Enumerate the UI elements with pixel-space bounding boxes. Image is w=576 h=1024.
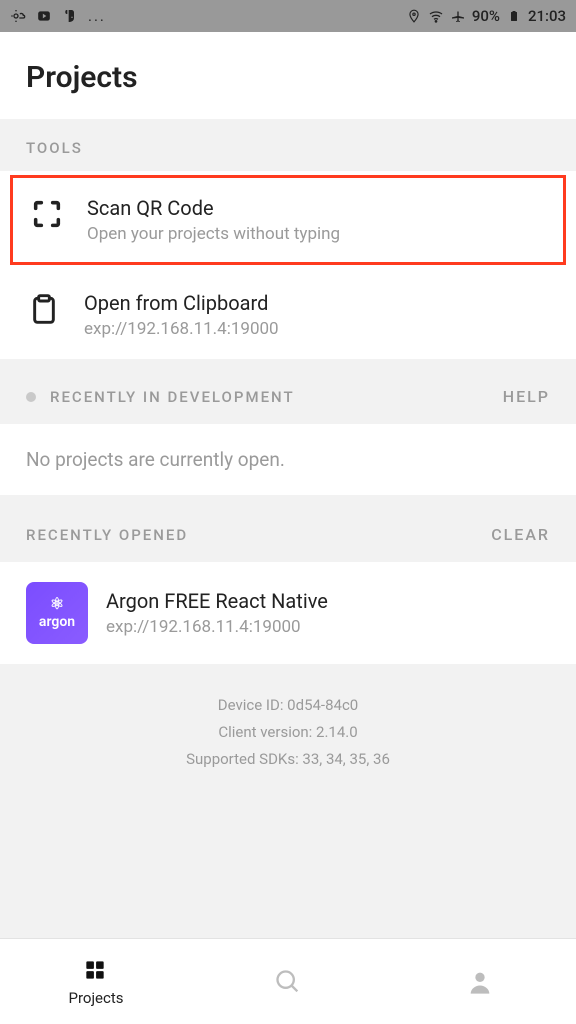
tool-open-clipboard[interactable]: Open from Clipboard exp://192.168.11.4:1… <box>0 271 576 359</box>
battery-icon <box>506 8 522 24</box>
scan-qr-title: Scan QR Code <box>87 196 547 220</box>
highlight-scan-qr: Scan QR Code Open your projects without … <box>10 175 566 265</box>
page-header: Projects <box>0 32 576 119</box>
argon-app-icon: ⚛ argon <box>26 582 88 644</box>
clock-time: 21:03 <box>528 7 566 25</box>
device-id: Device ID: 0d54-84c0 <box>20 692 556 719</box>
clear-button[interactable]: CLEAR <box>491 525 550 544</box>
argon-icon-text: argon <box>39 614 75 630</box>
section-recent-header: RECENTLY OPENED CLEAR <box>0 495 576 562</box>
section-tools-label: TOOLS <box>0 119 576 171</box>
help-button[interactable]: HELP <box>503 387 550 406</box>
scan-qr-sub: Open your projects without typing <box>87 224 547 244</box>
tab-projects-label: Projects <box>69 989 124 1007</box>
location-icon <box>406 8 422 24</box>
recent-label: RECENTLY OPENED <box>26 526 188 544</box>
clipboard-icon <box>26 291 62 327</box>
youtube-icon <box>36 8 52 24</box>
tool-scan-qr[interactable]: Scan QR Code Open your projects without … <box>13 178 563 262</box>
dev-empty-message: No projects are currently open. <box>0 424 576 495</box>
qr-scan-icon <box>29 196 65 232</box>
battery-pct: 90% <box>472 7 500 25</box>
status-bar: ... 90% 21:03 <box>0 0 576 32</box>
device-info: Device ID: 0d54-84c0 Client version: 2.1… <box>0 664 576 938</box>
bottom-tab-bar: Projects <box>0 938 576 1024</box>
supported-sdks: Supported SDKs: 33, 34, 35, 36 <box>20 746 556 773</box>
search-icon <box>274 968 302 996</box>
profile-icon <box>466 968 494 996</box>
argon-glyph-icon: ⚛ <box>50 596 64 612</box>
tab-projects[interactable]: Projects <box>0 939 192 1024</box>
status-dot-icon <box>26 392 36 402</box>
tab-search[interactable] <box>192 939 384 1024</box>
tab-profile[interactable] <box>384 939 576 1024</box>
evernote-icon <box>62 8 78 24</box>
weather-icon <box>10 8 26 24</box>
page-title: Projects <box>26 60 550 95</box>
recent-item-sub: exp://192.168.11.4:19000 <box>106 617 550 637</box>
clipboard-title: Open from Clipboard <box>84 291 550 315</box>
more-icon: ... <box>88 7 106 25</box>
grid-icon <box>82 957 110 985</box>
recent-project-item[interactable]: ⚛ argon Argon FREE React Native exp://19… <box>0 562 576 664</box>
client-version: Client version: 2.14.0 <box>20 719 556 746</box>
recent-item-title: Argon FREE React Native <box>106 589 550 613</box>
clipboard-sub: exp://192.168.11.4:19000 <box>84 319 550 339</box>
dev-label: RECENTLY IN DEVELOPMENT <box>50 388 295 406</box>
airplane-icon <box>450 8 466 24</box>
section-dev-header: RECENTLY IN DEVELOPMENT HELP <box>0 359 576 424</box>
wifi-icon <box>428 8 444 24</box>
